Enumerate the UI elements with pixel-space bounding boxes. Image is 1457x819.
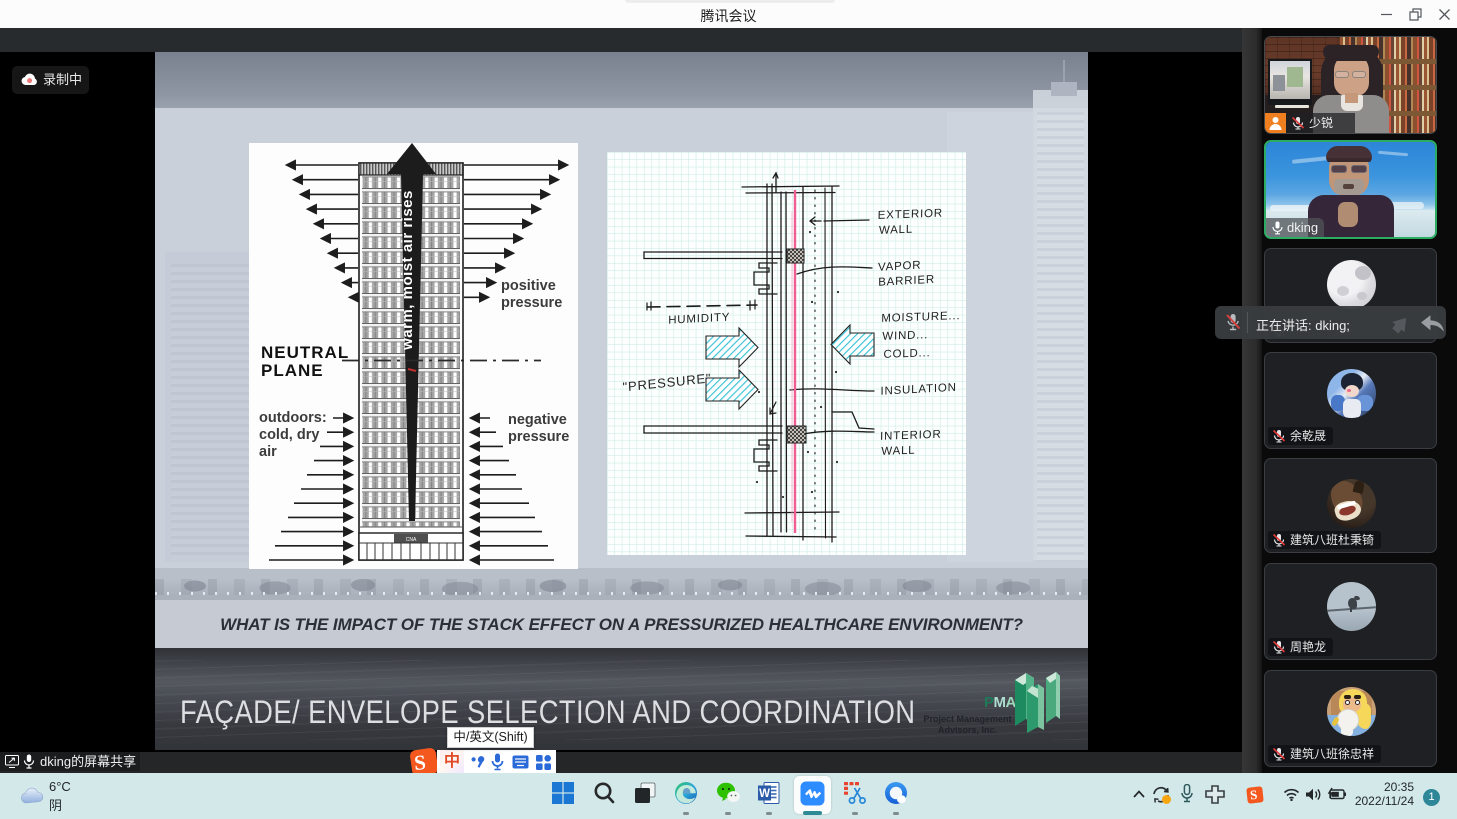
svg-text:EXTERIOR: EXTERIOR bbox=[878, 208, 943, 222]
svg-text:INTERIOR: INTERIOR bbox=[880, 429, 942, 443]
svg-text:NEUTRAL: NEUTRAL bbox=[261, 343, 349, 362]
svg-text:outdoors:: outdoors: bbox=[259, 410, 327, 426]
svg-text:pressure: pressure bbox=[501, 295, 562, 311]
svg-text:CNA: CNA bbox=[406, 537, 417, 543]
svg-text:negative: negative bbox=[508, 412, 567, 428]
svg-text:pressure: pressure bbox=[508, 429, 569, 445]
svg-text:positive: positive bbox=[501, 278, 556, 294]
svg-text:COLD...: COLD... bbox=[883, 347, 930, 361]
svg-text:warm, moist air rises: warm, moist air rises bbox=[399, 190, 416, 351]
svg-text:WALL: WALL bbox=[879, 224, 913, 237]
svg-text:W: W bbox=[759, 788, 770, 800]
svg-text:PLANE: PLANE bbox=[261, 361, 324, 380]
svg-text:WALL: WALL bbox=[881, 445, 915, 458]
svg-text:VAPOR: VAPOR bbox=[878, 260, 921, 274]
svg-text:WIND...: WIND... bbox=[882, 329, 928, 343]
svg-text:cold, dry: cold, dry bbox=[259, 427, 319, 443]
svg-text:air: air bbox=[259, 444, 277, 460]
